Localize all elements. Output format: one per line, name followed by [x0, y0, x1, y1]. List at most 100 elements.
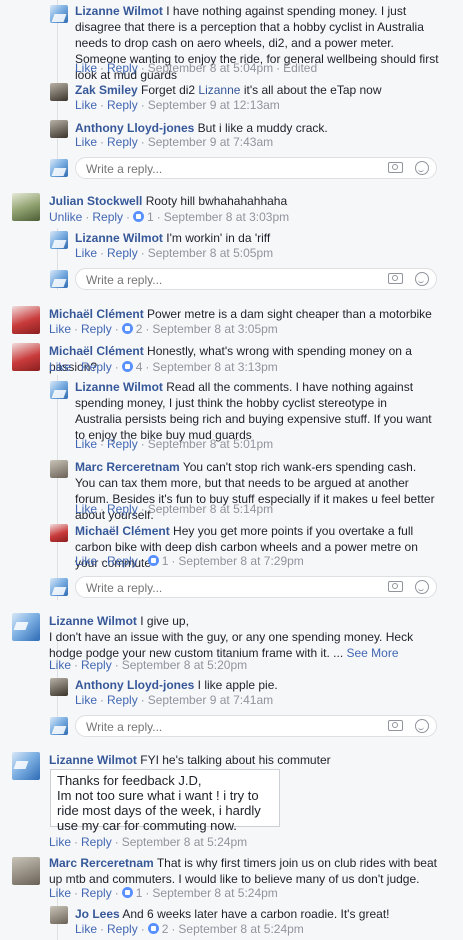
like-count-icon[interactable] — [147, 555, 159, 566]
avatar[interactable] — [50, 231, 68, 249]
like-count-icon[interactable] — [121, 323, 133, 334]
commenter-name[interactable]: Marc Rerceretnam — [75, 460, 180, 474]
reply-link[interactable]: Reply — [92, 210, 123, 224]
reply-input[interactable] — [84, 719, 368, 735]
avatar[interactable] — [12, 857, 40, 885]
like-count-icon[interactable] — [121, 887, 133, 898]
like-link[interactable]: Like — [75, 135, 97, 149]
reply-link[interactable]: Reply — [81, 360, 112, 374]
commenter-name[interactable]: Julian Stockwell — [49, 194, 142, 208]
reply-input[interactable] — [84, 272, 368, 288]
timestamp[interactable]: September 8 at 5:14pm — [148, 502, 273, 516]
timestamp[interactable]: September 8 at 7:29pm — [178, 554, 303, 568]
avatar[interactable] — [12, 306, 40, 334]
reply-link[interactable]: Reply — [81, 658, 112, 672]
like-link[interactable]: Like — [75, 246, 97, 260]
emoji-icon[interactable] — [415, 580, 429, 594]
reply-link[interactable]: Reply — [107, 135, 138, 149]
commenter-name[interactable]: Anthony Lloyd-jones — [75, 678, 194, 692]
like-count-icon[interactable] — [121, 361, 133, 372]
reply-box[interactable] — [75, 715, 437, 737]
emoji-icon[interactable] — [415, 161, 429, 175]
timestamp[interactable]: September 8 at 5:24pm — [152, 886, 277, 900]
avatar[interactable] — [50, 678, 68, 696]
like-link[interactable]: Like — [75, 693, 97, 707]
timestamp[interactable]: September 8 at 5:04pm — [148, 61, 273, 75]
commenter-name[interactable]: Lizanne Wilmot — [49, 614, 137, 628]
avatar[interactable] — [12, 343, 40, 371]
like-count-icon[interactable] — [147, 923, 159, 934]
avatar[interactable] — [12, 193, 40, 221]
camera-icon[interactable] — [388, 162, 403, 173]
reply-link[interactable]: Reply — [81, 886, 112, 900]
reply-link[interactable]: Reply — [107, 98, 138, 112]
like-count[interactable]: 1 — [147, 210, 154, 224]
avatar[interactable] — [50, 524, 68, 542]
commenter-name[interactable]: Zak Smiley — [75, 83, 138, 97]
avatar[interactable] — [50, 5, 68, 23]
camera-icon[interactable] — [388, 581, 403, 592]
timestamp[interactable]: September 9 at 7:41am — [148, 693, 273, 707]
avatar[interactable] — [12, 613, 40, 641]
like-link[interactable]: Like — [75, 502, 97, 516]
commenter-name[interactable]: Michaël Clément — [75, 524, 170, 538]
avatar[interactable] — [50, 381, 68, 399]
commenter-name[interactable]: Anthony Lloyd-jones — [75, 121, 194, 135]
emoji-icon[interactable] — [415, 272, 429, 286]
attached-image-text[interactable]: Thanks for feedback J.D, Im not too sure… — [50, 769, 280, 833]
like-link[interactable]: Like — [75, 61, 97, 75]
commenter-name[interactable]: Lizanne Wilmot — [49, 753, 137, 767]
emoji-icon[interactable] — [415, 719, 429, 733]
timestamp[interactable]: September 8 at 5:20pm — [122, 658, 247, 672]
reply-link[interactable]: Reply — [107, 246, 138, 260]
reply-link[interactable]: Reply — [81, 835, 112, 849]
timestamp[interactable]: September 8 at 5:24pm — [122, 835, 247, 849]
like-link[interactable]: Like — [75, 554, 97, 568]
unlike-link[interactable]: Unlike — [49, 210, 82, 224]
commenter-name[interactable]: Lizanne Wilmot — [75, 231, 163, 245]
reply-link[interactable]: Reply — [107, 554, 138, 568]
reply-box[interactable] — [75, 268, 437, 290]
mention-link[interactable]: Lizanne — [198, 83, 240, 97]
like-link[interactable]: Like — [75, 98, 97, 112]
camera-icon[interactable] — [388, 273, 403, 284]
timestamp[interactable]: September 8 at 5:05pm — [148, 246, 273, 260]
timestamp[interactable]: September 8 at 5:24pm — [178, 922, 303, 936]
reply-link[interactable]: Reply — [81, 322, 112, 336]
see-more-link[interactable]: See More — [347, 646, 399, 660]
like-link[interactable]: Like — [49, 322, 71, 336]
like-link[interactable]: Like — [75, 922, 97, 936]
avatar[interactable] — [50, 460, 68, 478]
reply-link[interactable]: Reply — [107, 437, 138, 451]
reply-link[interactable]: Reply — [107, 693, 138, 707]
timestamp[interactable]: September 8 at 5:01pm — [148, 437, 273, 451]
reply-input[interactable] — [84, 580, 368, 596]
like-link[interactable]: Like — [75, 437, 97, 451]
timestamp[interactable]: September 8 at 3:05pm — [152, 322, 277, 336]
commenter-name[interactable]: Marc Rerceretnam — [49, 856, 154, 870]
commenter-name[interactable]: Michaël Clément — [49, 307, 144, 321]
reply-input[interactable] — [84, 161, 368, 177]
like-count-icon[interactable] — [133, 211, 145, 222]
commenter-name[interactable]: Lizanne Wilmot — [75, 380, 163, 394]
reply-link[interactable]: Reply — [107, 61, 138, 75]
reply-box[interactable] — [75, 157, 437, 179]
timestamp[interactable]: September 9 at 12:13am — [148, 98, 280, 112]
like-link[interactable]: Like — [49, 886, 71, 900]
reply-link[interactable]: Reply — [107, 502, 138, 516]
avatar[interactable] — [50, 906, 68, 924]
avatar[interactable] — [50, 120, 68, 138]
timestamp[interactable]: September 8 at 3:03pm — [164, 210, 289, 224]
edited-label[interactable]: Edited — [283, 61, 317, 75]
like-link[interactable]: Like — [49, 360, 71, 374]
like-link[interactable]: Like — [49, 658, 71, 672]
commenter-name[interactable]: Michaël Clément — [49, 344, 144, 358]
timestamp[interactable]: September 9 at 7:43am — [148, 135, 273, 149]
commenter-name[interactable]: Jo Lees — [75, 907, 120, 921]
commenter-name[interactable]: Lizanne Wilmot — [75, 4, 163, 18]
like-link[interactable]: Like — [49, 835, 71, 849]
reply-box[interactable] — [75, 576, 437, 598]
camera-icon[interactable] — [388, 720, 403, 731]
avatar[interactable] — [12, 752, 40, 780]
timestamp[interactable]: September 8 at 3:13pm — [152, 360, 277, 374]
